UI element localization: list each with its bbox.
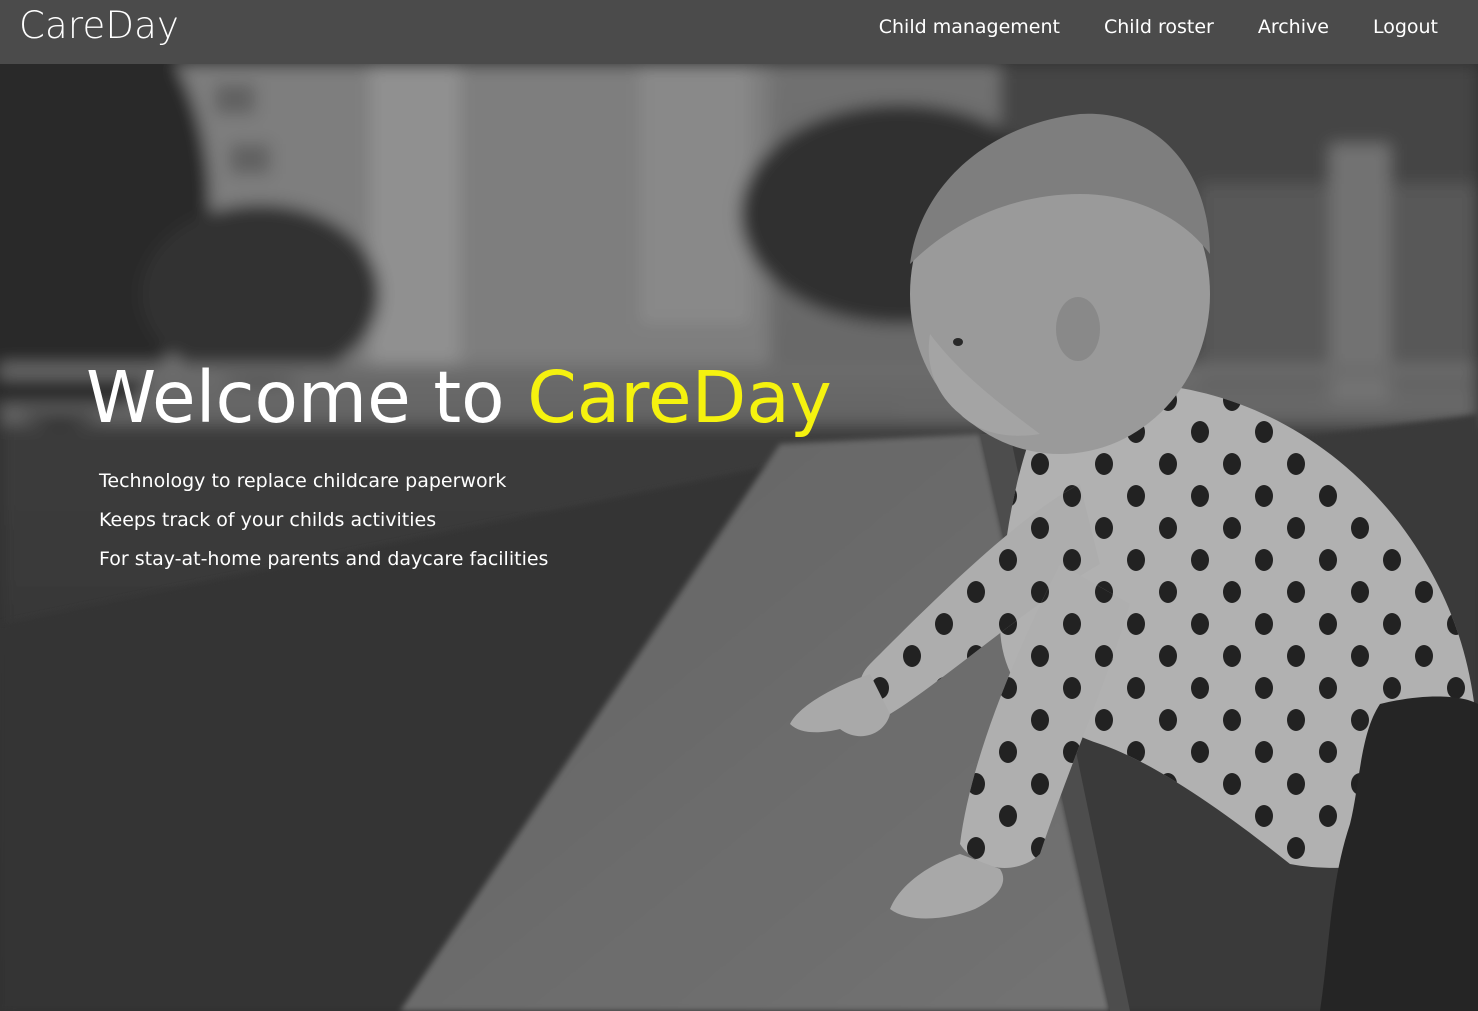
tagline-item: For stay-at-home parents and daycare fac… (99, 548, 549, 570)
tagline-item: Technology to replace childcare paperwor… (99, 470, 507, 492)
navbar: CareDay Child management Child roster Ar… (0, 0, 1478, 64)
hero-section: Welcome to CareDay Technology to replace… (0, 64, 1478, 1011)
nav-child-management[interactable]: Child management (879, 16, 1060, 38)
nav-links: Child management Child roster Archive Lo… (879, 16, 1438, 38)
hero-content: Welcome to CareDay Technology to replace… (86, 356, 832, 579)
hero-title: Welcome to CareDay (86, 356, 832, 440)
nav-child-roster[interactable]: Child roster (1104, 16, 1214, 38)
tagline-list: Technology to replace childcare paperwor… (99, 462, 832, 579)
tagline-item: Keeps track of your childs activities (99, 509, 437, 531)
page: CareDay Child management Child roster Ar… (0, 0, 1478, 1011)
nav-archive[interactable]: Archive (1258, 16, 1329, 38)
brand-logo[interactable]: CareDay (19, 4, 179, 47)
hero-title-accent: CareDay (527, 356, 832, 439)
nav-logout[interactable]: Logout (1373, 16, 1438, 38)
hero-title-prefix: Welcome to (86, 356, 528, 439)
